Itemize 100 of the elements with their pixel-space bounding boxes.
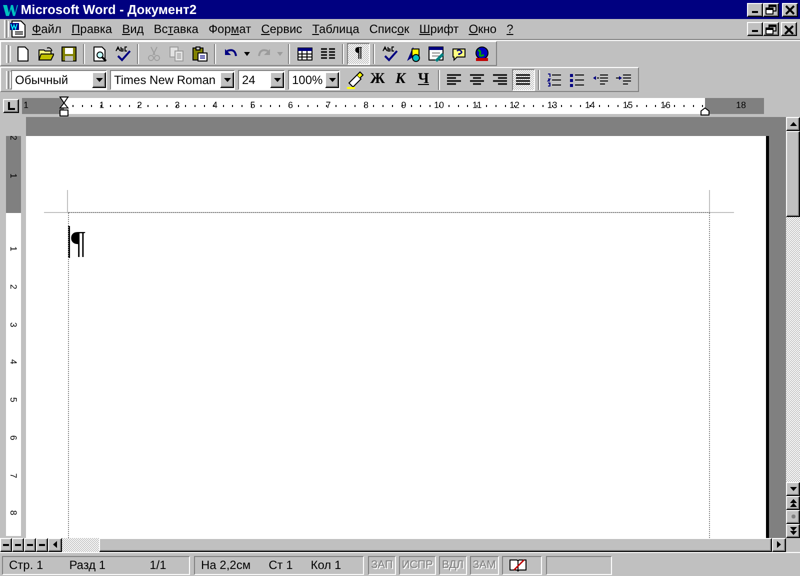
browse-object-button[interactable] [786,510,800,524]
menu-item[interactable]: Список [364,20,414,38]
restore-icon [764,22,778,36]
restore-icon [764,3,778,16]
menu-item[interactable]: ? [502,20,518,38]
ruler-number: 1 [8,172,20,178]
menu-item[interactable]: Окно [464,20,502,38]
status-text: На 2,2см [201,557,251,574]
menu-bar-grip[interactable] [4,20,7,38]
font-size-dropdown[interactable]: 24 [238,70,285,90]
double-up-arrow-icon [790,498,796,507]
clipboard-icon [192,46,208,62]
ruler-number: 7 [8,472,20,478]
menu-item[interactable]: Вид [117,20,149,38]
minimize-icon [752,30,758,32]
word-logo-icon [2,2,18,16]
left-arrow-icon [53,541,57,548]
toolbar-button[interactable] [512,68,535,90]
previous-page-button[interactable] [786,496,800,510]
ruler-number: 1 [24,99,29,112]
minimize-icon [752,10,758,12]
menu-item[interactable]: Файл [27,20,67,38]
paragraph-mark: ¶ [68,226,86,258]
restore-button[interactable] [763,2,780,16]
tab-stop-icon [6,100,16,111]
document-close-button[interactable] [781,22,798,36]
table-icon [296,46,312,60]
ruler-number: 2 [8,136,20,140]
tab-stop-button[interactable] [2,98,19,113]
bulleted-list-icon [570,72,585,86]
bold-button[interactable]: Ж [366,68,389,90]
ruler-number: 18 [736,99,746,112]
close-button[interactable] [782,2,798,16]
increase-indent-icon [616,72,631,86]
ruler-number: 5 [250,99,256,112]
toolbar-grip[interactable] [6,70,9,88]
menu-item[interactable]: Шрифт [414,20,464,38]
close-icon [783,3,797,16]
minimize-button[interactable] [747,2,764,16]
ruler-number: 9 [401,99,406,112]
toolbar-grip[interactable] [6,44,9,62]
font-dropdown[interactable]: Times New Roman [110,70,235,90]
scroll-thumb[interactable] [786,130,800,217]
book-check-icon [508,558,527,572]
align-right-icon [493,74,508,86]
decrease-indent-icon [593,72,608,86]
ruler-number: 5 [8,397,20,402]
status-text: Ст 1 [268,557,293,574]
ruler-number: 15 [622,99,633,112]
menu-item[interactable]: Правка [66,20,118,38]
ruler-number: 13 [547,99,558,112]
scroll-right-button[interactable] [772,538,786,552]
online-view-button[interactable] [12,538,24,552]
document-minimize-button[interactable] [746,22,762,36]
copy-icon [168,46,184,62]
scroll-left-button[interactable] [48,538,62,552]
scroll-down-button[interactable] [786,482,800,496]
italic-button[interactable]: К [389,68,412,90]
zoom-dropdown[interactable]: 100% [288,70,340,90]
ruler-number: 3 [8,322,20,327]
right-arrow-icon [777,541,781,548]
ruler-number: 4 [8,360,20,364]
spelling-status-panel[interactable] [502,556,542,575]
caret-icon [274,78,280,82]
normal-view-button[interactable] [0,538,12,552]
menu-item[interactable]: Вставка [148,20,204,38]
down-arrow-icon [790,486,796,491]
question-mark-icon [450,46,466,62]
justify-icon [516,74,531,86]
numbered-list-icon [547,72,562,86]
style-dropdown[interactable]: Обычный [11,70,107,90]
outline-view-button[interactable] [36,538,48,552]
status-text: Кол 1 [310,557,342,574]
up-arrow-icon [790,122,796,126]
shapes-icon [404,46,420,62]
ruler-number: 7 [326,99,331,112]
menu-item[interactable]: Сервис [256,20,308,38]
menu-item[interactable]: Формат [203,20,256,38]
document-restore-button[interactable] [762,22,778,36]
scroll-up-button[interactable] [786,116,800,131]
ruler-number: 1 [8,246,20,252]
align-left-icon [447,74,462,86]
ruler-number: 16 [660,99,670,112]
underline-button[interactable]: Ч [412,68,435,90]
window-pen-icon [428,46,444,62]
columns-icon [320,46,336,60]
highlighter-icon [346,70,364,88]
caret-icon [96,78,102,82]
status-text: 1/1 [150,557,166,574]
next-page-button[interactable] [786,524,800,538]
paragraph-marks-button[interactable]: ¶ [347,42,370,64]
horizontal-scroll-thumb[interactable] [99,538,772,552]
page-layout-button[interactable] [24,538,36,552]
ruler-number: 3 [174,99,180,112]
caret-icon [277,52,283,56]
double-down-arrow-icon [790,526,796,535]
status-text: Разд 1 [69,557,106,574]
spell-check-icon [382,46,398,62]
window-title: Microsoft Word - Документ2 [20,0,197,19]
menu-item[interactable]: Таблица [307,20,364,38]
